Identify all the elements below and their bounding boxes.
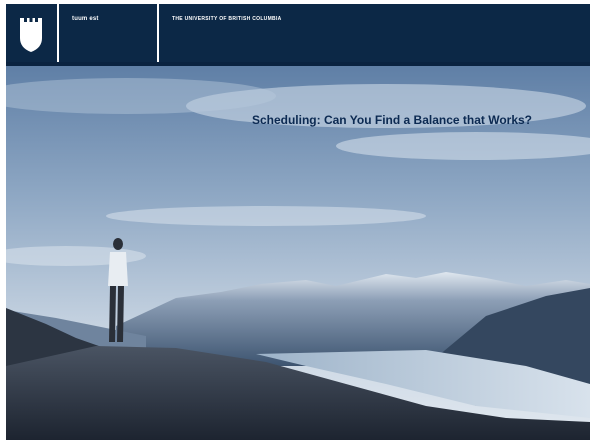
slide: tuum est THE UNIVERSITY OF BRITISH COLUM… <box>6 4 590 440</box>
header-bar: tuum est THE UNIVERSITY OF BRITISH COLUM… <box>6 4 590 62</box>
slide-title: Scheduling: Can You Find a Balance that … <box>251 113 533 127</box>
university-name: THE UNIVERSITY OF BRITISH COLUMBIA <box>172 16 282 22</box>
header-divider-left <box>57 4 59 62</box>
motto-text: tuum est <box>72 16 99 22</box>
crest-area <box>6 4 57 62</box>
header-divider-right <box>157 4 159 62</box>
ubc-crest-icon <box>20 18 42 52</box>
